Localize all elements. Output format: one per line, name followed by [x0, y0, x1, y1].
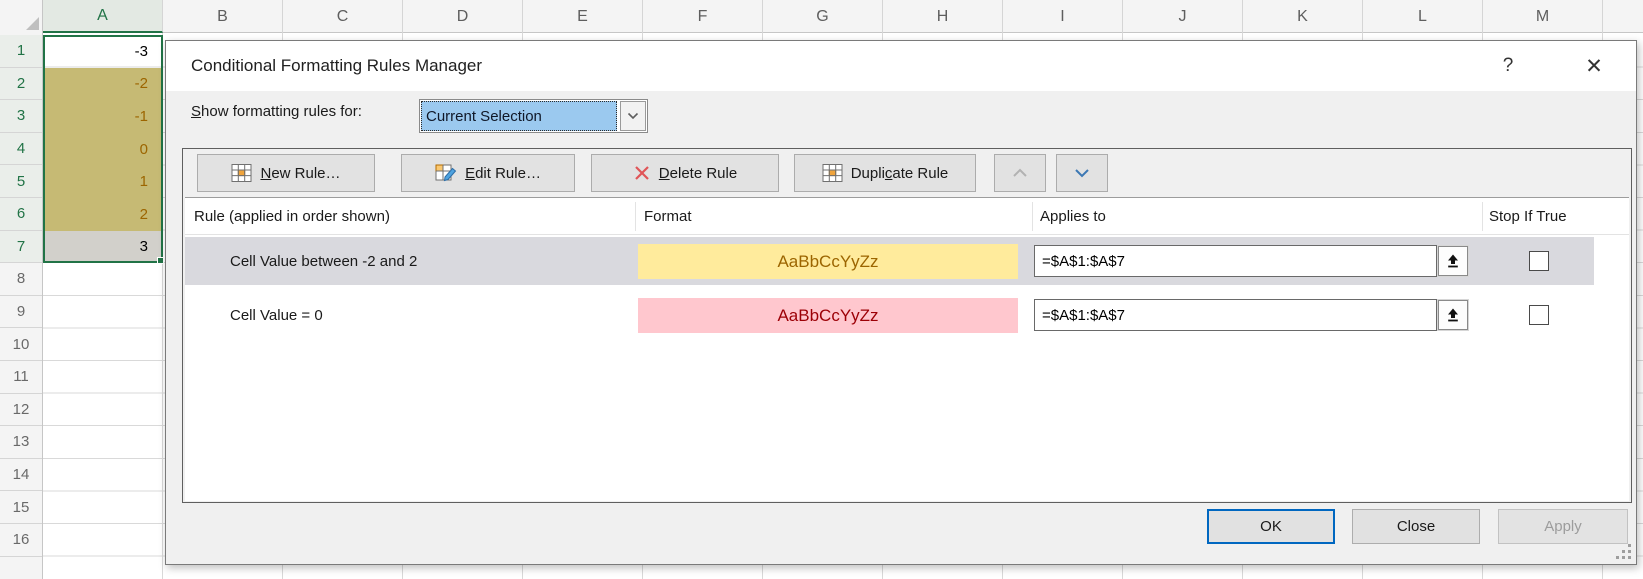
collapse-dialog-button[interactable]	[1438, 300, 1468, 330]
applies-to-input[interactable]: =$A$1:$A$7	[1034, 299, 1437, 331]
format-preview: AaBbCcYyZz	[638, 298, 1018, 333]
rule-description: Cell Value between -2 and 2	[230, 237, 417, 285]
row-header-15[interactable]: 15	[0, 491, 42, 524]
header-format: Format	[644, 198, 692, 235]
chevron-down-icon[interactable]	[620, 101, 646, 131]
row-header-5[interactable]: 5	[0, 165, 42, 198]
corner-triangle-icon	[26, 17, 39, 30]
row-header-6[interactable]: 6	[0, 198, 42, 231]
show-formatting-rules-label: Show formatting rules for:	[191, 103, 362, 120]
header-rule: Rule (applied in order shown)	[194, 198, 390, 235]
ok-button[interactable]: OK	[1207, 509, 1335, 544]
column-divider	[1032, 202, 1033, 231]
row-header-11[interactable]: 11	[0, 361, 42, 394]
show-rules-for-dropdown[interactable]: Current Selection	[419, 99, 648, 133]
fill-handle[interactable]	[157, 257, 164, 264]
format-preview: AaBbCcYyZz	[638, 244, 1018, 279]
column-header-i[interactable]: I	[1003, 0, 1123, 33]
rule-row[interactable]: Cell Value = 0 AaBbCcYyZz =$A$1:$A$7	[185, 291, 1594, 339]
column-header-h[interactable]: H	[883, 0, 1003, 33]
column-divider	[1482, 202, 1483, 231]
edit-rule-label: Edit Rule…	[465, 165, 541, 182]
red-x-icon	[633, 164, 651, 182]
dialog-title: Conditional Formatting Rules Manager	[191, 41, 482, 91]
delete-rule-label: Delete Rule	[659, 165, 737, 182]
column-header-m[interactable]: M	[1483, 0, 1603, 33]
rule-description: Cell Value = 0	[230, 291, 323, 339]
new-rule-button[interactable]: New Rule…	[197, 154, 375, 192]
selection-outline	[43, 35, 163, 263]
rules-list: Rule (applied in order shown) Format App…	[185, 197, 1629, 501]
column-header-d[interactable]: D	[403, 0, 523, 33]
row-header-12[interactable]: 12	[0, 394, 42, 427]
column-header-j[interactable]: J	[1123, 0, 1243, 33]
close-button[interactable]: Close	[1352, 509, 1480, 544]
close-icon[interactable]: ✕	[1578, 51, 1610, 81]
column-header-b[interactable]: B	[163, 0, 283, 33]
dialog-titlebar[interactable]: Conditional Formatting Rules Manager ? ✕	[166, 41, 1636, 91]
row-header-3[interactable]: 3	[0, 100, 42, 133]
header-stop-if-true: Stop If True	[1489, 198, 1567, 235]
collapse-range-icon	[1445, 253, 1461, 269]
duplicate-rule-button[interactable]: Duplicate Rule	[794, 154, 976, 192]
rules-group-box: New Rule… Edit Rule… Delete Rule Duplica…	[182, 148, 1632, 503]
resize-grip[interactable]	[1616, 544, 1632, 560]
apply-button[interactable]: Apply	[1498, 509, 1628, 544]
duplicate-rule-label: Duplicate Rule	[851, 165, 949, 182]
chevron-up-icon	[1012, 168, 1028, 178]
select-all-corner[interactable]	[0, 0, 43, 33]
row-header-16[interactable]: 16	[0, 524, 42, 557]
header-applies: Applies to	[1040, 198, 1106, 235]
new-rule-label: New Rule…	[260, 165, 340, 182]
column-header-g[interactable]: G	[763, 0, 883, 33]
edit-rule-button[interactable]: Edit Rule…	[401, 154, 575, 192]
table-icon	[822, 163, 843, 183]
move-rule-up-button[interactable]	[994, 154, 1046, 192]
dropdown-selected-value: Current Selection	[421, 101, 617, 131]
chevron-down-icon	[1074, 168, 1090, 178]
row-header-10[interactable]: 10	[0, 328, 42, 361]
row-header-7[interactable]: 7	[0, 231, 42, 264]
row-header-1[interactable]: 1	[0, 35, 42, 68]
conditional-formatting-rules-manager-dialog: Conditional Formatting Rules Manager ? ✕…	[165, 40, 1637, 565]
row-header-4[interactable]: 4	[0, 133, 42, 166]
column-header-k[interactable]: K	[1243, 0, 1363, 33]
column-divider	[635, 202, 636, 231]
move-rule-down-button[interactable]	[1056, 154, 1108, 192]
column-header-l[interactable]: L	[1363, 0, 1483, 33]
table-icon	[231, 163, 252, 183]
stop-if-true-checkbox[interactable]	[1529, 305, 1549, 325]
help-button[interactable]: ?	[1492, 51, 1524, 81]
row-header-9[interactable]: 9	[0, 296, 42, 329]
row-headers: 12345678910111213141516	[0, 33, 43, 579]
row-header-2[interactable]: 2	[0, 68, 42, 101]
column-header-e[interactable]: E	[523, 0, 643, 33]
column-headers: ABCDEFGHIJKLM	[0, 0, 1643, 33]
row-header-13[interactable]: 13	[0, 426, 42, 459]
row-header-8[interactable]: 8	[0, 263, 42, 296]
column-header-f[interactable]: F	[643, 0, 763, 33]
applies-to-input[interactable]: =$A$1:$A$7	[1034, 245, 1437, 277]
delete-rule-button[interactable]: Delete Rule	[591, 154, 779, 192]
rules-list-header: Rule (applied in order shown) Format App…	[185, 198, 1629, 235]
rule-row-selected[interactable]: Cell Value between -2 and 2 AaBbCcYyZz =…	[185, 237, 1594, 285]
table-pencil-icon	[435, 163, 457, 183]
collapse-range-icon	[1445, 307, 1461, 323]
column-header-a[interactable]: A	[43, 0, 163, 33]
row-header-14[interactable]: 14	[0, 459, 42, 492]
column-header-c[interactable]: C	[283, 0, 403, 33]
stop-if-true-checkbox[interactable]	[1529, 251, 1549, 271]
collapse-dialog-button[interactable]	[1438, 246, 1468, 276]
